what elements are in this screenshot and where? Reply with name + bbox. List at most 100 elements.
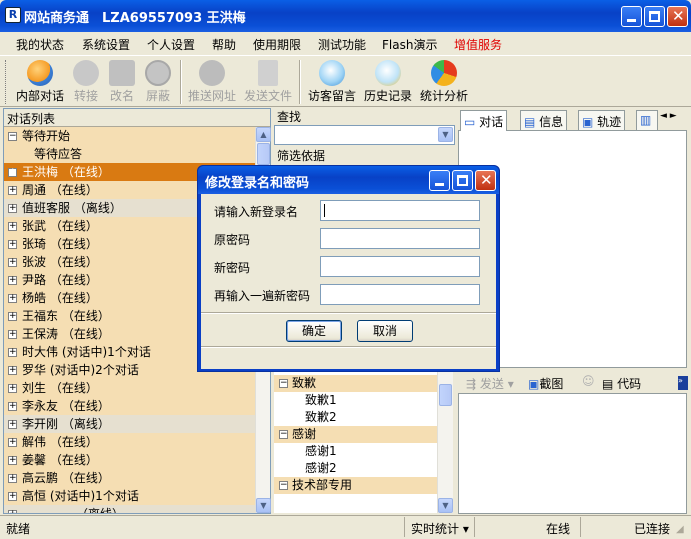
window-title-bar[interactable]: R 网站商务通 LZA69557093 王洪梅 ✕ (0, 0, 691, 32)
expand-icon[interactable]: + (8, 186, 17, 195)
code-tool[interactable]: ▤ 代码 (602, 375, 641, 392)
new-login-input[interactable] (320, 200, 480, 221)
expand-icon[interactable]: + (8, 312, 17, 321)
scroll-down-button[interactable]: ▼ (256, 498, 271, 513)
push-url-icon (199, 60, 225, 86)
scroll-thumb[interactable] (257, 143, 270, 165)
maximize-button[interactable] (644, 6, 665, 27)
list-item[interactable]: − 等待开始 (4, 127, 255, 145)
expand-icon[interactable]: + (8, 204, 17, 213)
realtime-stats-dropdown[interactable]: 实时统计 ▾ (411, 520, 469, 537)
block-button[interactable]: 屏蔽 (142, 58, 174, 106)
new-password-input[interactable] (320, 256, 480, 277)
scroll-up-button[interactable]: ▲ (256, 127, 271, 142)
tab-scroll-arrows[interactable]: ◄ ► (660, 111, 677, 121)
expand-icon[interactable]: + (8, 384, 17, 393)
expand-icon[interactable]: + (8, 168, 17, 177)
list-item-label: 致歉2 (305, 410, 337, 424)
collapse-icon[interactable]: − (279, 430, 288, 439)
expand-icon[interactable]: + (8, 276, 17, 285)
expand-icon[interactable]: + (8, 456, 17, 465)
minimize-button[interactable] (621, 6, 642, 27)
list-item[interactable]: + 李开刚 （离线） (4, 415, 255, 433)
history-button[interactable]: 历史记录 (362, 58, 414, 106)
scroll-down-button[interactable]: ▼ (438, 498, 453, 513)
expand-icon[interactable]: + (8, 240, 17, 249)
tab-chat[interactable]: ▭ 对话 (460, 110, 508, 131)
list-item[interactable]: + 高恒 (对话中)1个对话 (4, 487, 255, 505)
toolbar-grip[interactable] (5, 60, 8, 104)
dialog-minimize-button[interactable] (429, 170, 450, 191)
menu-test-function[interactable]: 测试功能 (318, 36, 366, 53)
menu-usage-period[interactable]: 使用期限 (253, 36, 301, 53)
transfer-button[interactable]: 转接 (70, 58, 102, 106)
list-item[interactable]: + （离线） (4, 505, 255, 513)
expand-icon[interactable]: + (8, 258, 17, 267)
send-file-button[interactable]: 发送文件 (242, 58, 294, 106)
close-button[interactable]: ✕ (667, 6, 688, 27)
emoji-icon[interactable]: ☺ (582, 374, 595, 388)
resize-grip[interactable]: ◢ (676, 524, 684, 535)
list-item[interactable]: + 高云鹏 （在线） (4, 469, 255, 487)
list-item-label: （离线） (22, 505, 124, 513)
menu-flash-demo[interactable]: Flash演示 (382, 36, 437, 53)
menu-help[interactable]: 帮助 (212, 36, 236, 53)
list-item[interactable]: + 姜馨 （在线） (4, 451, 255, 469)
tab-info[interactable]: ▤ 信息 (520, 110, 568, 130)
list-item[interactable]: − 感谢 (274, 426, 437, 443)
expand-icon[interactable]: + (8, 348, 17, 357)
confirm-password-input[interactable] (320, 284, 480, 305)
collapse-icon[interactable]: − (279, 379, 288, 388)
list-item[interactable]: − 技术部专用 (274, 477, 437, 494)
message-input-area[interactable] (458, 393, 687, 514)
menu-system-settings[interactable]: 系统设置 (82, 36, 130, 53)
list-item[interactable]: 等待应答 (4, 145, 255, 163)
ok-button[interactable]: 确定 (286, 320, 342, 342)
expand-icon[interactable]: + (8, 474, 17, 483)
list-item[interactable]: 致歉2 (274, 409, 437, 426)
expand-icon[interactable]: + (8, 294, 17, 303)
tab-more[interactable]: ▥ (636, 110, 658, 130)
menu-status[interactable]: 我的状态 (16, 36, 64, 53)
tab-track[interactable]: ▣ 轨迹 (578, 110, 626, 130)
list-item-label: 王保涛 （在线） (22, 327, 110, 341)
menu-personal-settings[interactable]: 个人设置 (147, 36, 195, 53)
dialog-maximize-button[interactable] (452, 170, 473, 191)
expand-icon[interactable]: + (8, 420, 17, 429)
collapse-icon[interactable]: − (279, 481, 288, 490)
expand-icon[interactable]: + (8, 402, 17, 411)
expand-icon[interactable]: + (8, 366, 17, 375)
list-item[interactable]: 感谢1 (274, 443, 437, 460)
dialog-close-button[interactable]: ✕ (475, 170, 496, 191)
visitor-message-button[interactable]: 访客留言 (306, 58, 358, 106)
list-item[interactable]: 致歉1 (274, 392, 437, 409)
rename-button[interactable]: 改名 (106, 58, 138, 106)
chevron-down-icon[interactable]: ▼ (438, 127, 453, 142)
list-item[interactable]: − 致歉 (274, 375, 437, 392)
old-password-input[interactable] (320, 228, 480, 249)
list-item-label: 姜馨 （在线） (22, 453, 98, 467)
search-combobox[interactable]: ▼ (274, 125, 455, 145)
expand-icon[interactable]: + (8, 222, 17, 231)
expand-icon[interactable]: + (8, 438, 17, 447)
screenshot-tool[interactable]: ▣截图 (528, 375, 563, 392)
list-item[interactable]: 感谢2 (274, 460, 437, 477)
dialog-title-bar[interactable]: 修改登录名和密码 ✕ (198, 166, 499, 194)
list-item[interactable]: + 刘生 （在线） (4, 379, 255, 397)
menu-value-added[interactable]: 增值服务 (454, 36, 502, 53)
toolbar-expand-icon[interactable]: » (678, 376, 688, 390)
expand-icon[interactable]: + (8, 492, 17, 501)
scroll-thumb[interactable] (439, 384, 452, 406)
list-item[interactable]: + 李永友 （在线） (4, 397, 255, 415)
push-url-button[interactable]: 推送网址 (186, 58, 238, 106)
internal-chat-button[interactable]: 内部对话 (14, 58, 66, 106)
collapse-icon[interactable]: − (8, 132, 17, 141)
send-tool[interactable]: ⇶ 发送 ▾ (466, 375, 514, 392)
statistics-button[interactable]: 统计分析 (418, 58, 470, 106)
cancel-button[interactable]: 取消 (357, 320, 413, 342)
list-item-label: 罗华 (对话中)2个对话 (22, 363, 139, 377)
expand-icon[interactable]: + (8, 510, 17, 513)
list-item[interactable]: + 解伟 （在线） (4, 433, 255, 451)
expand-icon[interactable]: + (8, 330, 17, 339)
middle-scrollbar[interactable]: ▼ (437, 364, 453, 513)
